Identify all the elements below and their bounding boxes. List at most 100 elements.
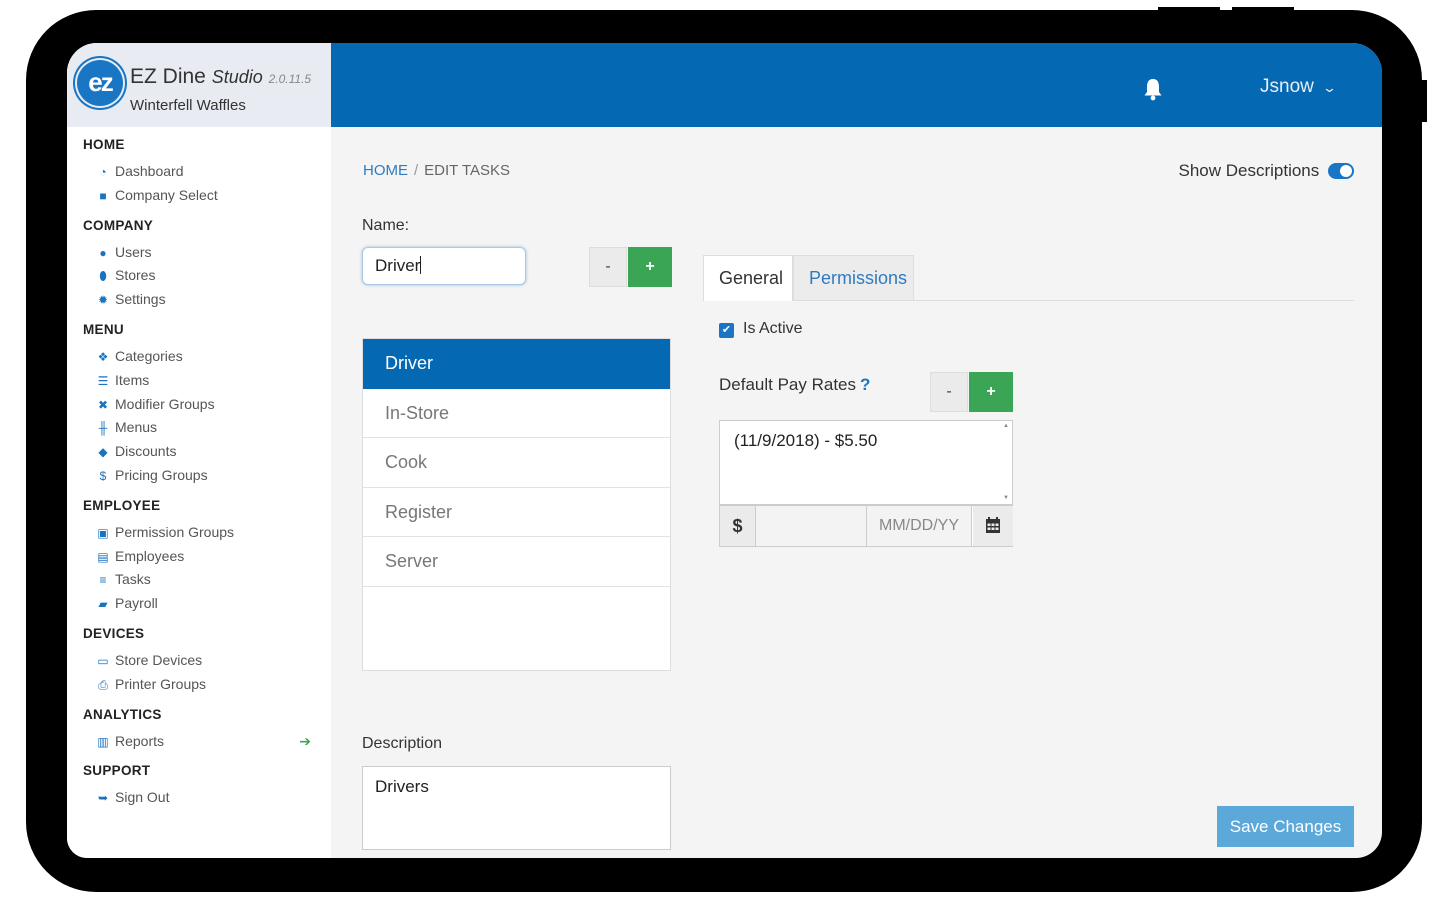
list-item[interactable]: In-Store — [363, 389, 670, 438]
device-frame-tab — [1232, 7, 1294, 15]
nav-head-home: HOME — [83, 137, 125, 152]
breadcrumb-home[interactable]: HOME — [363, 162, 408, 179]
pay-rates-label-text: Default Pay Rates — [719, 375, 857, 394]
tags-icon: ◆ — [98, 445, 108, 460]
save-changes-button[interactable]: Save Changes — [1217, 806, 1354, 847]
device-side-button — [1418, 80, 1427, 122]
remove-task-button[interactable]: - — [589, 247, 627, 287]
id-card-icon: ▤ — [97, 549, 109, 564]
list-item[interactable]: Cook — [363, 438, 670, 488]
printer-icon: ⎙ — [98, 677, 108, 692]
nav-section-menu: MENU ❖ Categories ☰ Items ✖ Modifier Groups… — [67, 319, 331, 488]
sidebar-item-label: Items — [115, 371, 150, 388]
list-item[interactable]: Register — [363, 488, 670, 537]
list-item[interactable]: Driver — [363, 339, 670, 389]
sidebar-item-sign-out[interactable]: ➥ Sign Out — [67, 786, 331, 810]
tab-general[interactable]: General — [703, 255, 793, 301]
app-screen: ez EZ Dine Studio 2.0.11.5 Winterfell Wa… — [67, 43, 1382, 858]
sidebar-item-label: Permission Groups — [115, 523, 235, 540]
name-label: Name: — [362, 217, 410, 234]
pay-rates-list[interactable]: (11/9/2018) - $5.50 ▲ ▼ — [719, 420, 1013, 505]
sidebar-item-permission-groups[interactable]: ▣ Permission Groups — [67, 521, 331, 545]
sidebar-item-label: Settings — [115, 291, 166, 308]
description-textarea[interactable]: Drivers — [362, 766, 671, 850]
sidebar-item-store-devices[interactable]: ▭ Store Devices — [67, 649, 331, 673]
remove-rate-button[interactable]: - — [930, 372, 968, 412]
top-bar: Jsnow ⌄ — [331, 43, 1382, 127]
sidebar-item-users[interactable]: ● Users — [67, 241, 331, 265]
nav-head-menu: MENU — [83, 321, 124, 337]
scroll-down-icon[interactable]: ▼ — [1002, 495, 1010, 501]
sidebar-item-menus[interactable]: ╫ Menus — [67, 416, 331, 440]
nav-section-home: HOME ◔ Dashboard ■ Company Select — [67, 134, 331, 208]
bar-chart-icon: ▥ — [97, 734, 109, 749]
sidebar-item-label: Sign Out — [115, 789, 170, 806]
sidebar-item-pricing-groups[interactable]: $ Pricing Groups — [67, 464, 331, 488]
show-descriptions-label: Show Descriptions — [1178, 161, 1320, 180]
cubes-icon: ❖ — [97, 349, 109, 364]
currency-addon: $ — [720, 506, 756, 546]
user-menu[interactable]: Jsnow ⌄ — [1260, 76, 1337, 98]
modifier-icon: ✖ — [97, 397, 109, 412]
tab-permissions[interactable]: Permissions — [793, 255, 914, 300]
help-icon[interactable]: ? — [860, 375, 870, 394]
app-title: EZ Dine Studio 2.0.11.5 — [130, 65, 311, 89]
nav-section-support: SUPPORT ➥ Sign Out — [67, 760, 331, 810]
gear-icon: ✹ — [97, 293, 109, 308]
sidebar-item-label: Dashboard — [115, 163, 184, 179]
name-input[interactable]: Driver — [362, 247, 526, 285]
sidebar-item-label: Store Devices — [115, 651, 203, 668]
tasks-icon: ≡ — [99, 573, 107, 588]
sidebar-item-company-select[interactable]: ■ Company Select — [67, 184, 331, 208]
list-item[interactable]: Server — [363, 537, 670, 587]
description-label: Description — [362, 735, 443, 752]
sidebar-item-tasks[interactable]: ≡ Tasks — [67, 568, 331, 592]
sidebar-item-label: Printer Groups — [115, 675, 207, 692]
sidebar-item-label: Categories — [115, 347, 183, 364]
dollar-icon: $ — [99, 468, 107, 483]
nav-head-analytics: ANALYTICS — [83, 706, 162, 722]
show-descriptions-toggle[interactable] — [1328, 163, 1354, 179]
map-marker-icon: ⬮ — [99, 269, 107, 284]
app-version: 2.0.11.5 — [268, 72, 312, 86]
bell-icon[interactable] — [1143, 77, 1163, 101]
new-rate-row: $ MM/DD/YY — [719, 505, 1013, 547]
sidebar-item-payroll[interactable]: ▰ Payroll — [67, 592, 331, 616]
nav-head-company: COMPANY — [83, 217, 154, 233]
sidebar-item-reports[interactable]: ▥ Reports ➔ — [67, 730, 331, 754]
book-icon: ▰ — [98, 597, 108, 612]
add-rate-button[interactable]: + — [969, 372, 1013, 412]
sidebar-item-label: Stores — [115, 267, 156, 284]
nav-head-support: SUPPORT — [83, 763, 151, 779]
sidebar-item-employees[interactable]: ▤ Employees — [67, 545, 331, 569]
list-item[interactable]: (11/9/2018) - $5.50 — [734, 431, 998, 451]
is-active-checkbox[interactable]: ✔ — [719, 323, 734, 338]
sidebar-item-printer-groups[interactable]: ⎙ Printer Groups — [67, 673, 331, 697]
sidebar-item-label: Users — [115, 243, 152, 260]
nav-section-analytics: ANALYTICS ▥ Reports ➔ — [67, 704, 331, 754]
rate-date-input[interactable]: MM/DD/YY — [867, 506, 972, 546]
chevron-down-icon: ⌄ — [1321, 80, 1337, 95]
sidebar-item-items[interactable]: ☰ Items — [67, 369, 331, 393]
sidebar-item-settings[interactable]: ✹ Settings — [67, 288, 331, 312]
list-icon: ☰ — [97, 373, 109, 388]
scroll-up-icon[interactable]: ▲ — [1002, 423, 1010, 429]
sidebar-item-stores[interactable]: ⬮ Stores — [67, 264, 331, 288]
nav-section-devices: DEVICES ▭ Store Devices ⎙ Printer Groups — [67, 623, 331, 697]
sidebar-item-discounts[interactable]: ◆ Discounts — [67, 440, 331, 464]
sidebar-item-label: Discounts — [115, 443, 177, 460]
nav-section-employee: EMPLOYEE ▣ Permission Groups ▤ Employees ≡… — [67, 495, 331, 616]
add-task-button[interactable]: + — [628, 247, 672, 287]
scrollbar[interactable]: ▲ ▼ — [1002, 423, 1010, 501]
sign-in-icon[interactable]: ➔ — [299, 730, 311, 754]
sidebar-item-modifier-groups[interactable]: ✖ Modifier Groups — [67, 393, 331, 417]
calendar-button[interactable] — [973, 506, 1013, 546]
nav-head-devices: DEVICES — [83, 625, 145, 641]
main-content: HOME / EDIT TASKS Show Descriptions Name: … — [331, 127, 1382, 858]
utensils-icon: ╫ — [98, 421, 108, 436]
sidebar-item-dashboard[interactable]: ◔ Dashboard — [67, 160, 331, 184]
laptop-icon: ▭ — [97, 653, 109, 668]
rate-amount-input[interactable] — [756, 506, 867, 546]
sidebar-item-categories[interactable]: ❖ Categories — [67, 345, 331, 369]
sidebar-item-label: Modifier Groups — [115, 395, 215, 412]
